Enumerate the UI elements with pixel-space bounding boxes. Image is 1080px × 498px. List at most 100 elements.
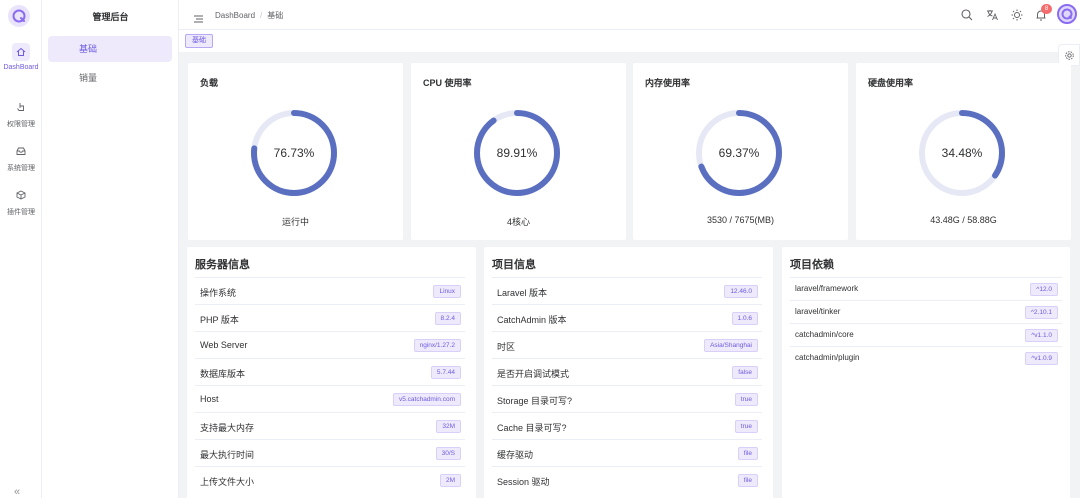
list-item: PHP 版本 8.2.4 — [195, 304, 465, 331]
menu-fold-icon[interactable] — [194, 10, 203, 28]
avatar[interactable] — [1057, 4, 1077, 24]
list-item: 数据库版本 5.7.44 — [195, 358, 465, 385]
list-item: 操作系统 Linux — [195, 277, 465, 304]
avatar-icon — [1061, 8, 1073, 20]
card-subtext: 43.48G / 58.88G — [930, 215, 997, 225]
row-value-tag: file — [737, 447, 758, 460]
card-subtext: 运行中 — [281, 217, 309, 227]
row-value-tag: 1.0.6 — [731, 312, 758, 325]
breadcrumb: DashBoard / 基础 — [215, 10, 283, 21]
row-key: 最大执行时间 — [200, 450, 255, 460]
row-key: Host — [200, 394, 219, 404]
card-title: 硬盘使用率 — [868, 78, 914, 88]
gauge-value: 69.37% — [718, 146, 760, 160]
row-key: 时区 — [497, 342, 516, 352]
list-item: 是否开启调试模式 false — [492, 358, 762, 385]
card-title: 负载 — [200, 78, 219, 88]
card-title: 内存使用率 — [645, 78, 691, 88]
row-value-tag: 30/S — [435, 447, 461, 460]
row-key: PHP 版本 — [200, 315, 239, 325]
list-item: catchadmin/core ^v1.1.0 — [790, 323, 1062, 346]
panel-title: 项目信息 — [492, 259, 536, 271]
inbox-icon — [12, 142, 30, 160]
list-item: Laravel 版本 12.46.0 — [492, 277, 762, 304]
row-value-tag: Linux — [433, 285, 461, 298]
row-key: Laravel 版本 — [497, 288, 548, 298]
list-item: 支持最大内存 32M — [195, 412, 465, 439]
panel-title: 服务器信息 — [195, 259, 250, 271]
subnav-item-sales[interactable]: 销量 — [48, 65, 172, 91]
row-key: 缓存驱动 — [497, 450, 534, 460]
row-value-tag: ^12.0 — [1030, 283, 1058, 296]
list-item: Web Server nginx/1.27.2 — [195, 331, 465, 358]
row-key: catchadmin/plugin — [795, 353, 860, 362]
row-key: Session 驱动 — [497, 477, 550, 487]
list-item: Cache 目录可写? true — [492, 412, 762, 439]
rail-item-label: 系统管理 — [7, 165, 35, 172]
list-item: 时区 Asia/Shanghai — [492, 331, 762, 358]
row-key: 支持最大内存 — [200, 423, 255, 433]
list-item: catchadmin/plugin ^v1.0.9 — [790, 346, 1062, 369]
row-value-tag: Asia/Shanghai — [704, 339, 758, 352]
top-header: DashBoard / 基础 8 — [179, 0, 1080, 30]
home-icon — [12, 43, 30, 61]
theme-sun-icon[interactable] — [1010, 8, 1024, 22]
row-value-tag: 12.46.0 — [724, 285, 758, 298]
server-info-panel: 服务器信息 操作系统 Linux PHP 版本 8.2.4 Web Server ng… — [187, 247, 476, 498]
list-item: Storage 目录可写? true — [492, 385, 762, 412]
breadcrumb-separator: / — [260, 11, 263, 20]
tag-basic[interactable]: 基础 — [185, 34, 213, 48]
breadcrumb-item[interactable]: DashBoard — [215, 11, 255, 20]
row-value-tag: false — [732, 366, 758, 379]
subnav-item-basic[interactable]: 基础 — [48, 36, 172, 62]
icon-rail: DashBoard 权限管理 系统管理 插件管理 « — [0, 0, 42, 498]
app-logo[interactable] — [8, 5, 30, 27]
plugin-icon — [12, 186, 30, 204]
row-value-tag: ^v1.0.9 — [1025, 352, 1058, 365]
row-key: laravel/tinker — [795, 307, 841, 316]
rail-item-permissions[interactable]: 权限管理 — [0, 98, 42, 129]
row-key: 上传文件大小 — [200, 477, 255, 487]
stat-card-memory: 内存使用率 69.37% 3530 / 7675(MB) — [633, 63, 848, 240]
search-icon[interactable] — [960, 8, 974, 22]
card-subtext: 4核心 — [506, 217, 530, 227]
subnav-title: 管理后台 — [92, 12, 129, 22]
list-item: laravel/framework ^12.0 — [790, 277, 1062, 300]
row-value-tag: true — [734, 393, 758, 406]
panel-title: 项目依赖 — [790, 259, 834, 271]
row-value-tag: 32M — [436, 420, 461, 433]
translate-icon[interactable] — [985, 8, 999, 22]
list-item: 上传文件大小 2M — [195, 466, 465, 493]
collapse-icon[interactable]: « — [14, 486, 20, 498]
row-value-tag: nginx/1.27.2 — [413, 339, 461, 352]
rail-item-plugins[interactable]: 插件管理 — [0, 186, 42, 217]
rail-item-label: DashBoard — [3, 64, 39, 71]
gauge-value: 34.48% — [941, 146, 983, 160]
tags-bar: 基础 — [179, 30, 1080, 52]
list-item: Session 驱动 file — [492, 466, 762, 493]
row-value-tag: 5.7.44 — [430, 366, 461, 379]
row-key: catchadmin/core — [795, 330, 854, 339]
gauge-value: 76.73% — [273, 146, 315, 160]
list-item: 缓存驱动 file — [492, 439, 762, 466]
stat-card-load: 负载 76.73% 运行中 — [188, 63, 403, 240]
row-key: 是否开启调试模式 — [497, 369, 570, 379]
row-value-tag: 8.2.4 — [434, 312, 461, 325]
rail-item-label: 插件管理 — [7, 209, 35, 216]
card-title: CPU 使用率 — [423, 78, 472, 88]
list-item: 最大执行时间 30/S — [195, 439, 465, 466]
notification-badge: 8 — [1041, 4, 1052, 14]
gauge-value: 89.91% — [496, 146, 538, 160]
rail-item-system[interactable]: 系统管理 — [0, 142, 42, 173]
row-key: 数据库版本 — [200, 369, 246, 379]
rail-item-label: 权限管理 — [7, 121, 35, 128]
dependencies-panel: 项目依赖 laravel/framework ^12.0 laravel/tink… — [782, 247, 1070, 498]
list-item: CatchAdmin 版本 1.0.6 — [492, 304, 762, 331]
row-key: CatchAdmin 版本 — [497, 315, 567, 325]
rail-item-dashboard[interactable]: DashBoard — [0, 43, 42, 71]
card-subtext: 3530 / 7675(MB) — [706, 215, 775, 225]
stat-card-cpu: CPU 使用率 89.91% 4核心 — [411, 63, 626, 240]
breadcrumb-item: 基础 — [267, 11, 284, 20]
project-info-panel: 项目信息 Laravel 版本 12.46.0 CatchAdmin 版本 1.0.… — [484, 247, 773, 498]
stat-card-disk: 硬盘使用率 34.48% 43.48G / 58.88G — [856, 63, 1071, 240]
